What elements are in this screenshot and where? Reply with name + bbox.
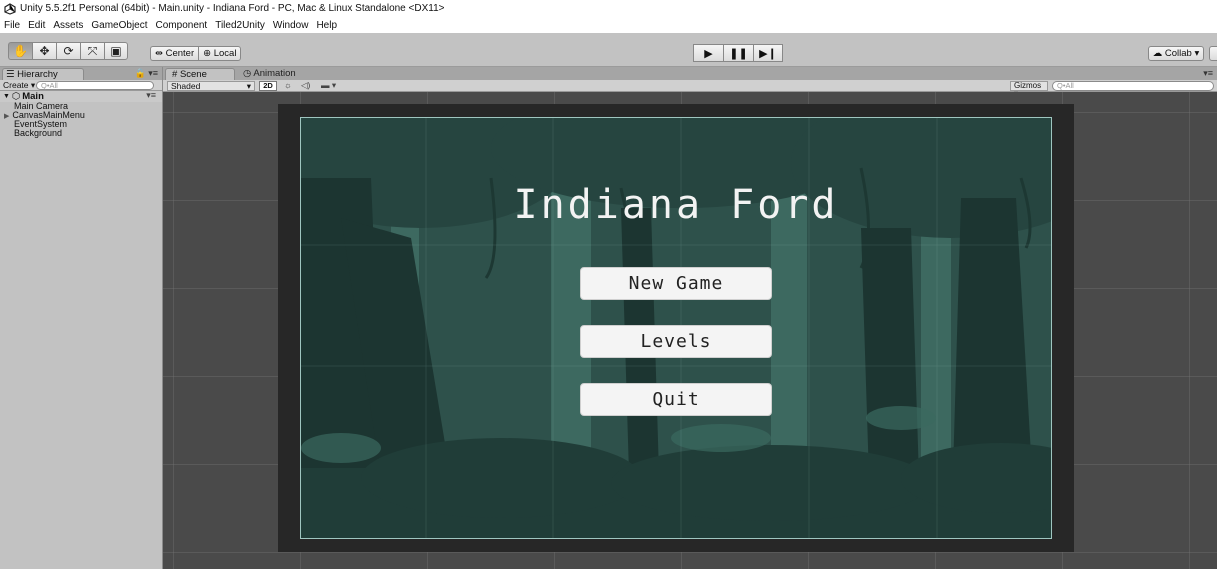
scene-panel-menu-icon[interactable]: ▾≡	[1203, 68, 1213, 79]
scene-search-placeholder: Q•All	[1057, 81, 1074, 90]
play-button[interactable]: ▶	[693, 44, 723, 62]
hierarchy-tabbar: ☰ Hierarchy 🔒 ▾≡	[0, 67, 162, 80]
tab-scene-label: Scene	[179, 69, 207, 80]
game-canvas[interactable]: Indiana Ford New Game Levels Quit	[300, 117, 1052, 539]
playback-controls: ▶ ❚❚ ▶❙	[693, 44, 783, 62]
list-icon: ☰	[6, 69, 18, 80]
pivot-label: Center	[165, 48, 195, 59]
scene-root-item[interactable]: ▼ ⬡ Main ▾≡	[0, 90, 162, 102]
scene-toolbar: Shaded ▾ 2D ☼ ◁) ▬ ▾ Gizmos ▾ Q•All	[163, 80, 1217, 98]
chevron-down-icon: ▾	[246, 81, 251, 91]
shading-mode-dropdown[interactable]: Shaded ▾	[167, 81, 255, 91]
scene-menu-icon[interactable]: ▾≡	[146, 90, 156, 101]
hand-icon: ✋	[13, 44, 28, 58]
quit-button[interactable]: Quit	[580, 383, 772, 416]
menu-help[interactable]: Help	[316, 20, 337, 31]
tab-animation-label: Animation	[253, 68, 296, 79]
menu-assets[interactable]: Assets	[53, 20, 83, 31]
hierarchy-toolbar: Create ▾ Q•All	[0, 80, 162, 91]
pivot-controls: ⇹ Center ⊕ Local	[150, 46, 242, 61]
scale-tool-button[interactable]: ⤧	[80, 42, 104, 60]
new-game-button[interactable]: New Game	[580, 267, 772, 300]
hierarchy-panel: ☰ Hierarchy 🔒 ▾≡ Create ▾ Q•All ▼ ⬡ Main…	[0, 67, 163, 569]
shading-mode-value: Shaded	[171, 81, 201, 91]
menu-component[interactable]: Component	[156, 20, 208, 31]
pause-icon: ❚❚	[729, 47, 748, 60]
menu-edit[interactable]: Edit	[28, 20, 45, 31]
menu-window[interactable]: Window	[273, 20, 309, 31]
tab-scene[interactable]: # Scene	[165, 68, 235, 80]
create-label: Create	[3, 79, 29, 90]
window-title: Unity 5.5.2f1 Personal (64bit) - Main.un…	[20, 3, 445, 14]
panel-lock-menu-icon[interactable]: 🔒 ▾≡	[135, 68, 158, 79]
hierarchy-search-input[interactable]: Q•All	[36, 81, 154, 90]
collab-label: Collab	[1164, 48, 1192, 59]
menu-gameobject[interactable]: GameObject	[91, 20, 147, 31]
gizmos-label: Gizmos	[1014, 81, 1042, 90]
rotate-tool-button[interactable]: ⟳	[56, 42, 80, 60]
clock-icon: ◷	[243, 68, 254, 79]
levels-button[interactable]: Levels	[580, 325, 772, 358]
transform-tools: ✋ ✥ ⟳ ⤧ ▣	[8, 42, 128, 60]
pivot-center-button[interactable]: ⇹ Center	[150, 46, 199, 61]
space-label: Local	[213, 48, 237, 59]
scene-name: Main	[22, 91, 44, 102]
game-title: Indiana Ford	[513, 182, 839, 228]
rect-icon: ▣	[110, 44, 122, 58]
account-button[interactable]	[1209, 46, 1217, 61]
move-icon: ✥	[39, 44, 50, 58]
pivot-local-button[interactable]: ⊕ Local	[198, 46, 242, 61]
rotate-icon: ⟳	[63, 44, 74, 58]
main-toolbar: ✋ ✥ ⟳ ⤧ ▣ ⇹ Center ⊕ Local ▶ ❚❚ ▶❙ ☁ Col…	[0, 33, 1217, 67]
hand-tool-button[interactable]: ✋	[8, 42, 32, 60]
search-placeholder: Q•All	[41, 81, 58, 90]
menu-file[interactable]: File	[4, 20, 20, 31]
effects-icon[interactable]: ▬ ▾	[321, 80, 336, 91]
hierarchy-item-label: Background	[14, 128, 63, 138]
audio-icon[interactable]: ◁)	[301, 80, 310, 91]
play-icon: ▶	[704, 47, 713, 60]
step-icon: ▶❙	[759, 47, 777, 60]
mode-2d-label: 2D	[263, 81, 273, 90]
collab-button[interactable]: ☁ Collab ▾	[1148, 46, 1204, 61]
pause-button[interactable]: ❚❚	[723, 44, 753, 62]
scene-panel: # Scene ◷ Animation ▾≡ Shaded ▾ 2D ☼ ◁) ▬…	[163, 67, 1217, 569]
create-dropdown[interactable]: Create ▾	[3, 80, 35, 91]
step-button[interactable]: ▶❙	[753, 44, 783, 62]
tab-animation[interactable]: ◷ Animation	[237, 68, 317, 80]
local-icon: ⊕	[203, 48, 214, 59]
rect-tool-button[interactable]: ▣	[104, 42, 128, 60]
hierarchy-tab[interactable]: ☰ Hierarchy	[2, 68, 84, 80]
lighting-icon[interactable]: ☼	[284, 80, 292, 90]
hierarchy-tab-label: Hierarchy	[17, 69, 58, 80]
scene-viewport[interactable]: Indiana Ford New Game Levels Quit	[163, 92, 1217, 569]
cloud-icon: ☁	[1152, 48, 1165, 59]
grid-icon: #	[172, 69, 180, 80]
unity-scene-icon: ⬡	[11, 91, 21, 102]
scene-tabbar: # Scene ◷ Animation ▾≡	[163, 67, 1217, 80]
gizmos-dropdown[interactable]: Gizmos ▾	[1010, 81, 1048, 98]
scale-icon: ⤧	[87, 43, 98, 58]
expand-arrow-icon[interactable]: ▶	[4, 113, 9, 120]
scene-search-input[interactable]: Q•All	[1052, 81, 1214, 91]
menu-bar: File Edit Assets GameObject Component Ti…	[0, 17, 1217, 33]
unity-logo-icon	[4, 2, 16, 15]
window-title-bar: Unity 5.5.2f1 Personal (64bit) - Main.un…	[0, 0, 1217, 17]
menu-tiled2unity[interactable]: Tiled2Unity	[215, 20, 265, 31]
pivot-icon: ⇹	[155, 48, 166, 59]
mode-2d-toggle[interactable]: 2D	[259, 81, 277, 91]
move-tool-button[interactable]: ✥	[32, 42, 56, 60]
hierarchy-item[interactable]: Background	[0, 129, 162, 138]
expand-arrow-icon: ▼	[3, 93, 10, 100]
